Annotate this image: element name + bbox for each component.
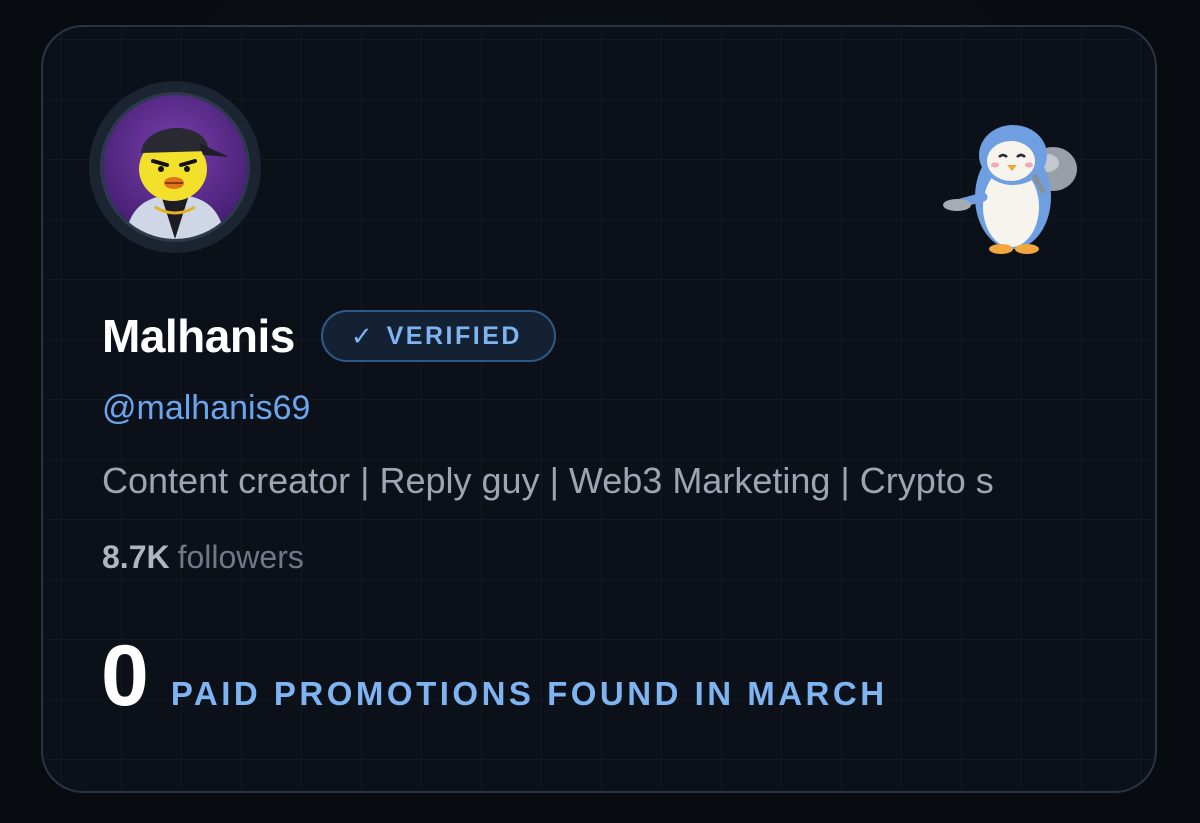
followers-stat: 8.7K followers — [102, 539, 304, 576]
promotions-summary: 0 PAID PROMOTIONS FOUND IN MARCH — [101, 633, 888, 719]
promotions-label: PAID PROMOTIONS FOUND IN MARCH — [170, 675, 888, 712]
avatar-ring — [89, 81, 261, 253]
page: Malhanis ✓ VERIFIED @malhanis69 Content … — [0, 0, 1200, 823]
followers-label: followers — [177, 539, 304, 575]
checkmark-icon: ✓ — [350, 320, 373, 351]
penguin-mascot-icon — [943, 107, 1083, 257]
chick-avatar-icon — [103, 95, 247, 239]
promotions-count: 0 — [101, 628, 149, 724]
profile-card: Malhanis ✓ VERIFIED @malhanis69 Content … — [41, 25, 1157, 793]
name-row: Malhanis ✓ VERIFIED — [102, 309, 556, 363]
profile-name: Malhanis — [102, 310, 295, 362]
profile-bio: Content creator | Reply guy | Web3 Marke… — [102, 460, 994, 501]
avatar[interactable] — [100, 92, 250, 242]
profile-handle[interactable]: @malhanis69 — [102, 389, 310, 428]
followers-count: 8.7K — [102, 539, 170, 575]
verified-label: VERIFIED — [386, 321, 522, 350]
verified-badge: ✓ VERIFIED — [320, 310, 556, 362]
